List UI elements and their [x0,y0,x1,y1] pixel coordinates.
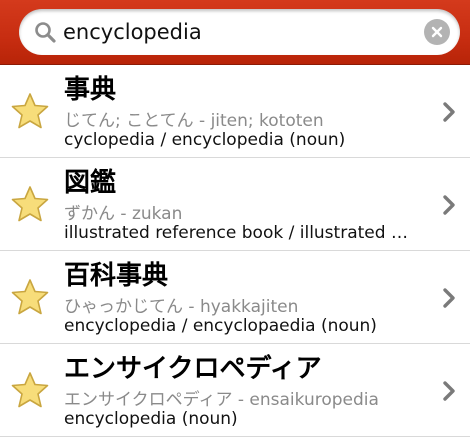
results-list: 事典 じてん; ことてん - jiten; kototen cyclopedia… [0,65,470,437]
favorite-star-icon[interactable] [10,91,50,131]
gloss: cyclopedia / encyclopedia (noun) [64,130,346,150]
clear-x-icon [431,26,443,38]
gloss: encyclopedia (noun) [64,409,238,429]
headword: 図鑑 [64,168,117,198]
search-input[interactable] [63,13,423,51]
reading: ひゃっかじてん - hyakkajiten [64,297,299,317]
result-row[interactable]: 事典 じてん; ことてん - jiten; kototen cyclopedia… [0,65,470,158]
chevron-right-icon [443,102,455,122]
gloss: illustrated reference book / illustrated… [64,223,414,243]
favorite-star-icon[interactable] [10,184,50,224]
headword: 百科事典 [64,261,169,291]
result-row[interactable]: 百科事典 ひゃっかじてん - hyakkajiten encyclopedia … [0,251,470,344]
clear-search-button[interactable] [424,19,450,45]
headword: 事典 [64,75,117,105]
search-bar [0,0,470,65]
gloss: encyclopedia / encyclopaedia (noun) [64,316,377,336]
reading: じてん; ことてん - jiten; kototen [64,111,324,131]
chevron-right-icon [443,381,455,401]
favorite-star-icon[interactable] [10,370,50,410]
reading: エンサイクロペディア - ensaikuropedia [64,390,379,410]
magnifier-icon [35,22,56,43]
reading: ずかん - zukan [64,204,183,224]
result-row[interactable]: エンサイクロペディア エンサイクロペディア - ensaikuropedia e… [0,344,470,437]
chevron-right-icon [443,195,455,215]
result-row[interactable]: 図鑑 ずかん - zukan illustrated reference boo… [0,158,470,251]
chevron-right-icon [443,288,455,308]
favorite-star-icon[interactable] [10,277,50,317]
headword: エンサイクロペディア [64,354,322,384]
search-field[interactable] [19,9,460,55]
